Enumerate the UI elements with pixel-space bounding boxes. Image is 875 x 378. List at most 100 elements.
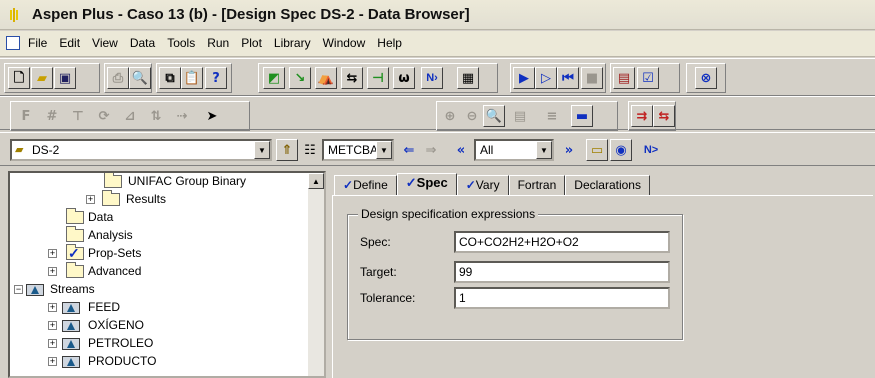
control-panel-icon[interactable]: ▦ <box>457 67 479 89</box>
notes-icon[interactable]: ▭ <box>586 139 608 161</box>
menu-library[interactable]: Library <box>268 36 317 50</box>
next-form-icon[interactable]: » <box>558 139 580 161</box>
previous-form-icon[interactable]: « <box>450 139 472 161</box>
zoom-full-icon[interactable]: 🔍 <box>483 105 505 127</box>
back-arrow-icon[interactable]: ⇐ <box>398 139 420 161</box>
object-combo[interactable]: ▰ DS-2 ▼ <box>10 139 272 161</box>
align-icon[interactable]: ⊤ <box>67 105 89 127</box>
results-toolbar-group: ▤ ☑ <box>610 63 680 93</box>
blocks-icon[interactable]: ⊣ <box>367 67 389 89</box>
exchange-icon[interactable]: ⇅ <box>145 105 167 127</box>
stream-icon <box>62 338 80 350</box>
data-browser-icon[interactable]: ω <box>393 67 415 89</box>
save-disk-icon[interactable]: ▣ <box>54 67 76 89</box>
text-icon[interactable]: F <box>15 105 37 127</box>
model-library-icon[interactable]: ⊗ <box>695 67 717 89</box>
scroll-up-icon[interactable]: ▲ <box>308 173 324 189</box>
reroute-icon[interactable]: ⇢ <box>171 105 193 127</box>
new-file-icon[interactable]: 🗋 <box>8 67 30 89</box>
data-browser-tree[interactable]: UNIFAC Group Binary + Results Data Analy… <box>8 171 326 378</box>
menu-data[interactable]: Data <box>124 36 161 50</box>
step-icon[interactable]: ▷ <box>535 67 557 89</box>
page-break-icon[interactable]: ▤ <box>509 105 531 127</box>
expand-icon[interactable]: + <box>48 303 57 312</box>
spec-tab-page: Design specification expressions Spec: C… <box>332 195 873 378</box>
print-preview-icon[interactable]: 🔍 <box>129 67 151 89</box>
folder-icon <box>66 208 84 224</box>
expand-icon[interactable]: + <box>48 357 57 366</box>
target-label: Target: <box>360 265 397 279</box>
menu-help[interactable]: Help <box>371 36 408 50</box>
menu-bar: File Edit View Data Tools Run Plot Libra… <box>0 31 875 57</box>
zoom-in-icon[interactable]: ⊕ <box>439 105 461 127</box>
folder-icon <box>66 262 84 278</box>
tab-spec[interactable]: ✓Spec <box>396 173 457 196</box>
stream-section-icon[interactable]: ⇆ <box>653 105 675 127</box>
menu-tools[interactable]: Tools <box>161 36 201 50</box>
design-spec-groupbox: Design specification expressions Spec: C… <box>347 207 683 340</box>
collapse-icon[interactable]: − <box>14 285 23 294</box>
menu-run[interactable]: Run <box>201 36 235 50</box>
flowsheet-toolbar: F # ⊤ ⟳ ⊿ ⇅ ⇢ ➤ ⊕ ⊖ 🔍 ▤ ≡ ▬ ⇉ ⇆ <box>0 96 875 131</box>
spec-field[interactable]: CO+CO2H2+H2O+O2 <box>454 231 670 253</box>
run-icon[interactable]: ▶ <box>513 67 535 89</box>
stop-icon[interactable]: ■ <box>581 67 603 89</box>
tolerance-field[interactable]: 1 <box>454 287 670 309</box>
reinitialize-icon[interactable]: ⏮ <box>557 67 579 89</box>
setup-icon[interactable]: ◩ <box>263 67 285 89</box>
grid-icon[interactable]: # <box>41 105 63 127</box>
results-icon[interactable]: ▤ <box>613 67 635 89</box>
tab-define[interactable]: ✓Define <box>334 175 397 195</box>
status-icon[interactable]: ◉ <box>610 139 632 161</box>
units-combo[interactable]: METCBAR ▼ <box>322 139 394 161</box>
folder-icon <box>102 190 120 206</box>
tab-declarations[interactable]: Declarations <box>565 175 650 195</box>
label-icon[interactable]: ▬ <box>571 105 593 127</box>
chevron-down-icon[interactable]: ▼ <box>254 141 270 159</box>
window-title: Aspen Plus - Caso 13 (b) - [Design Spec … <box>32 6 470 23</box>
checkmark-icon: ✓ <box>465 178 476 192</box>
bookmark-icon[interactable]: ≡ <box>541 105 563 127</box>
run-toolbar-group: ▶ ▷ ⏮ ■ <box>510 63 606 93</box>
menu-view[interactable]: View <box>86 36 124 50</box>
up-level-icon[interactable]: ⇑ <box>276 139 298 161</box>
expand-icon[interactable]: + <box>86 195 95 204</box>
expand-icon[interactable]: + <box>48 339 57 348</box>
select-mode-icon[interactable]: ➤ <box>201 105 223 127</box>
document-icon[interactable] <box>6 36 20 50</box>
target-field[interactable]: 99 <box>454 261 670 283</box>
expand-icon[interactable]: + <box>48 321 57 330</box>
open-folder-icon[interactable]: ▰ <box>31 67 53 89</box>
form-tabs: ✓Define ✓Spec ✓Vary Fortran Declarations <box>334 173 650 196</box>
chevron-down-icon[interactable]: ▼ <box>376 141 392 159</box>
tree-scrollbar[interactable]: ▲ <box>308 173 324 376</box>
next-input-button[interactable]: N> <box>640 139 662 161</box>
forward-arrow-icon[interactable]: ⇒ <box>420 139 442 161</box>
menu-plot[interactable]: Plot <box>235 36 268 50</box>
properties-icon[interactable]: ⛺ <box>315 67 337 89</box>
folder-list-icon[interactable]: ☷ <box>299 139 321 161</box>
menu-file[interactable]: File <box>22 36 53 50</box>
sections-toolbar-group: ⇉ ⇆ <box>628 101 676 131</box>
check-results-icon[interactable]: ☑ <box>637 67 659 89</box>
expand-icon[interactable]: + <box>48 249 57 258</box>
next-icon[interactable]: N› <box>421 67 443 89</box>
tab-fortran[interactable]: Fortran <box>508 175 566 195</box>
filter-combo[interactable]: All ▼ <box>474 139 554 161</box>
section-icon[interactable]: ⇉ <box>631 105 653 127</box>
copy-icon[interactable]: ⧉ <box>159 67 181 89</box>
print-icon[interactable]: ⎙ <box>107 67 129 89</box>
paste-icon[interactable]: 📋 <box>181 67 203 89</box>
streams-icon[interactable]: ⇆ <box>341 67 363 89</box>
rotate-icon[interactable]: ⟳ <box>93 105 115 127</box>
menu-edit[interactable]: Edit <box>53 36 86 50</box>
menu-window[interactable]: Window <box>317 36 372 50</box>
tab-vary[interactable]: ✓Vary <box>456 175 509 195</box>
zoom-out-icon[interactable]: ⊖ <box>461 105 483 127</box>
components-icon[interactable]: ↘ <box>289 67 311 89</box>
help-pointer-icon[interactable]: ? <box>205 67 227 89</box>
expand-icon[interactable]: + <box>48 267 57 276</box>
chevron-down-icon[interactable]: ▼ <box>536 141 552 159</box>
design-spec-form: ✓Define ✓Spec ✓Vary Fortran Declarations… <box>330 171 875 378</box>
flip-icon[interactable]: ⊿ <box>119 105 141 127</box>
